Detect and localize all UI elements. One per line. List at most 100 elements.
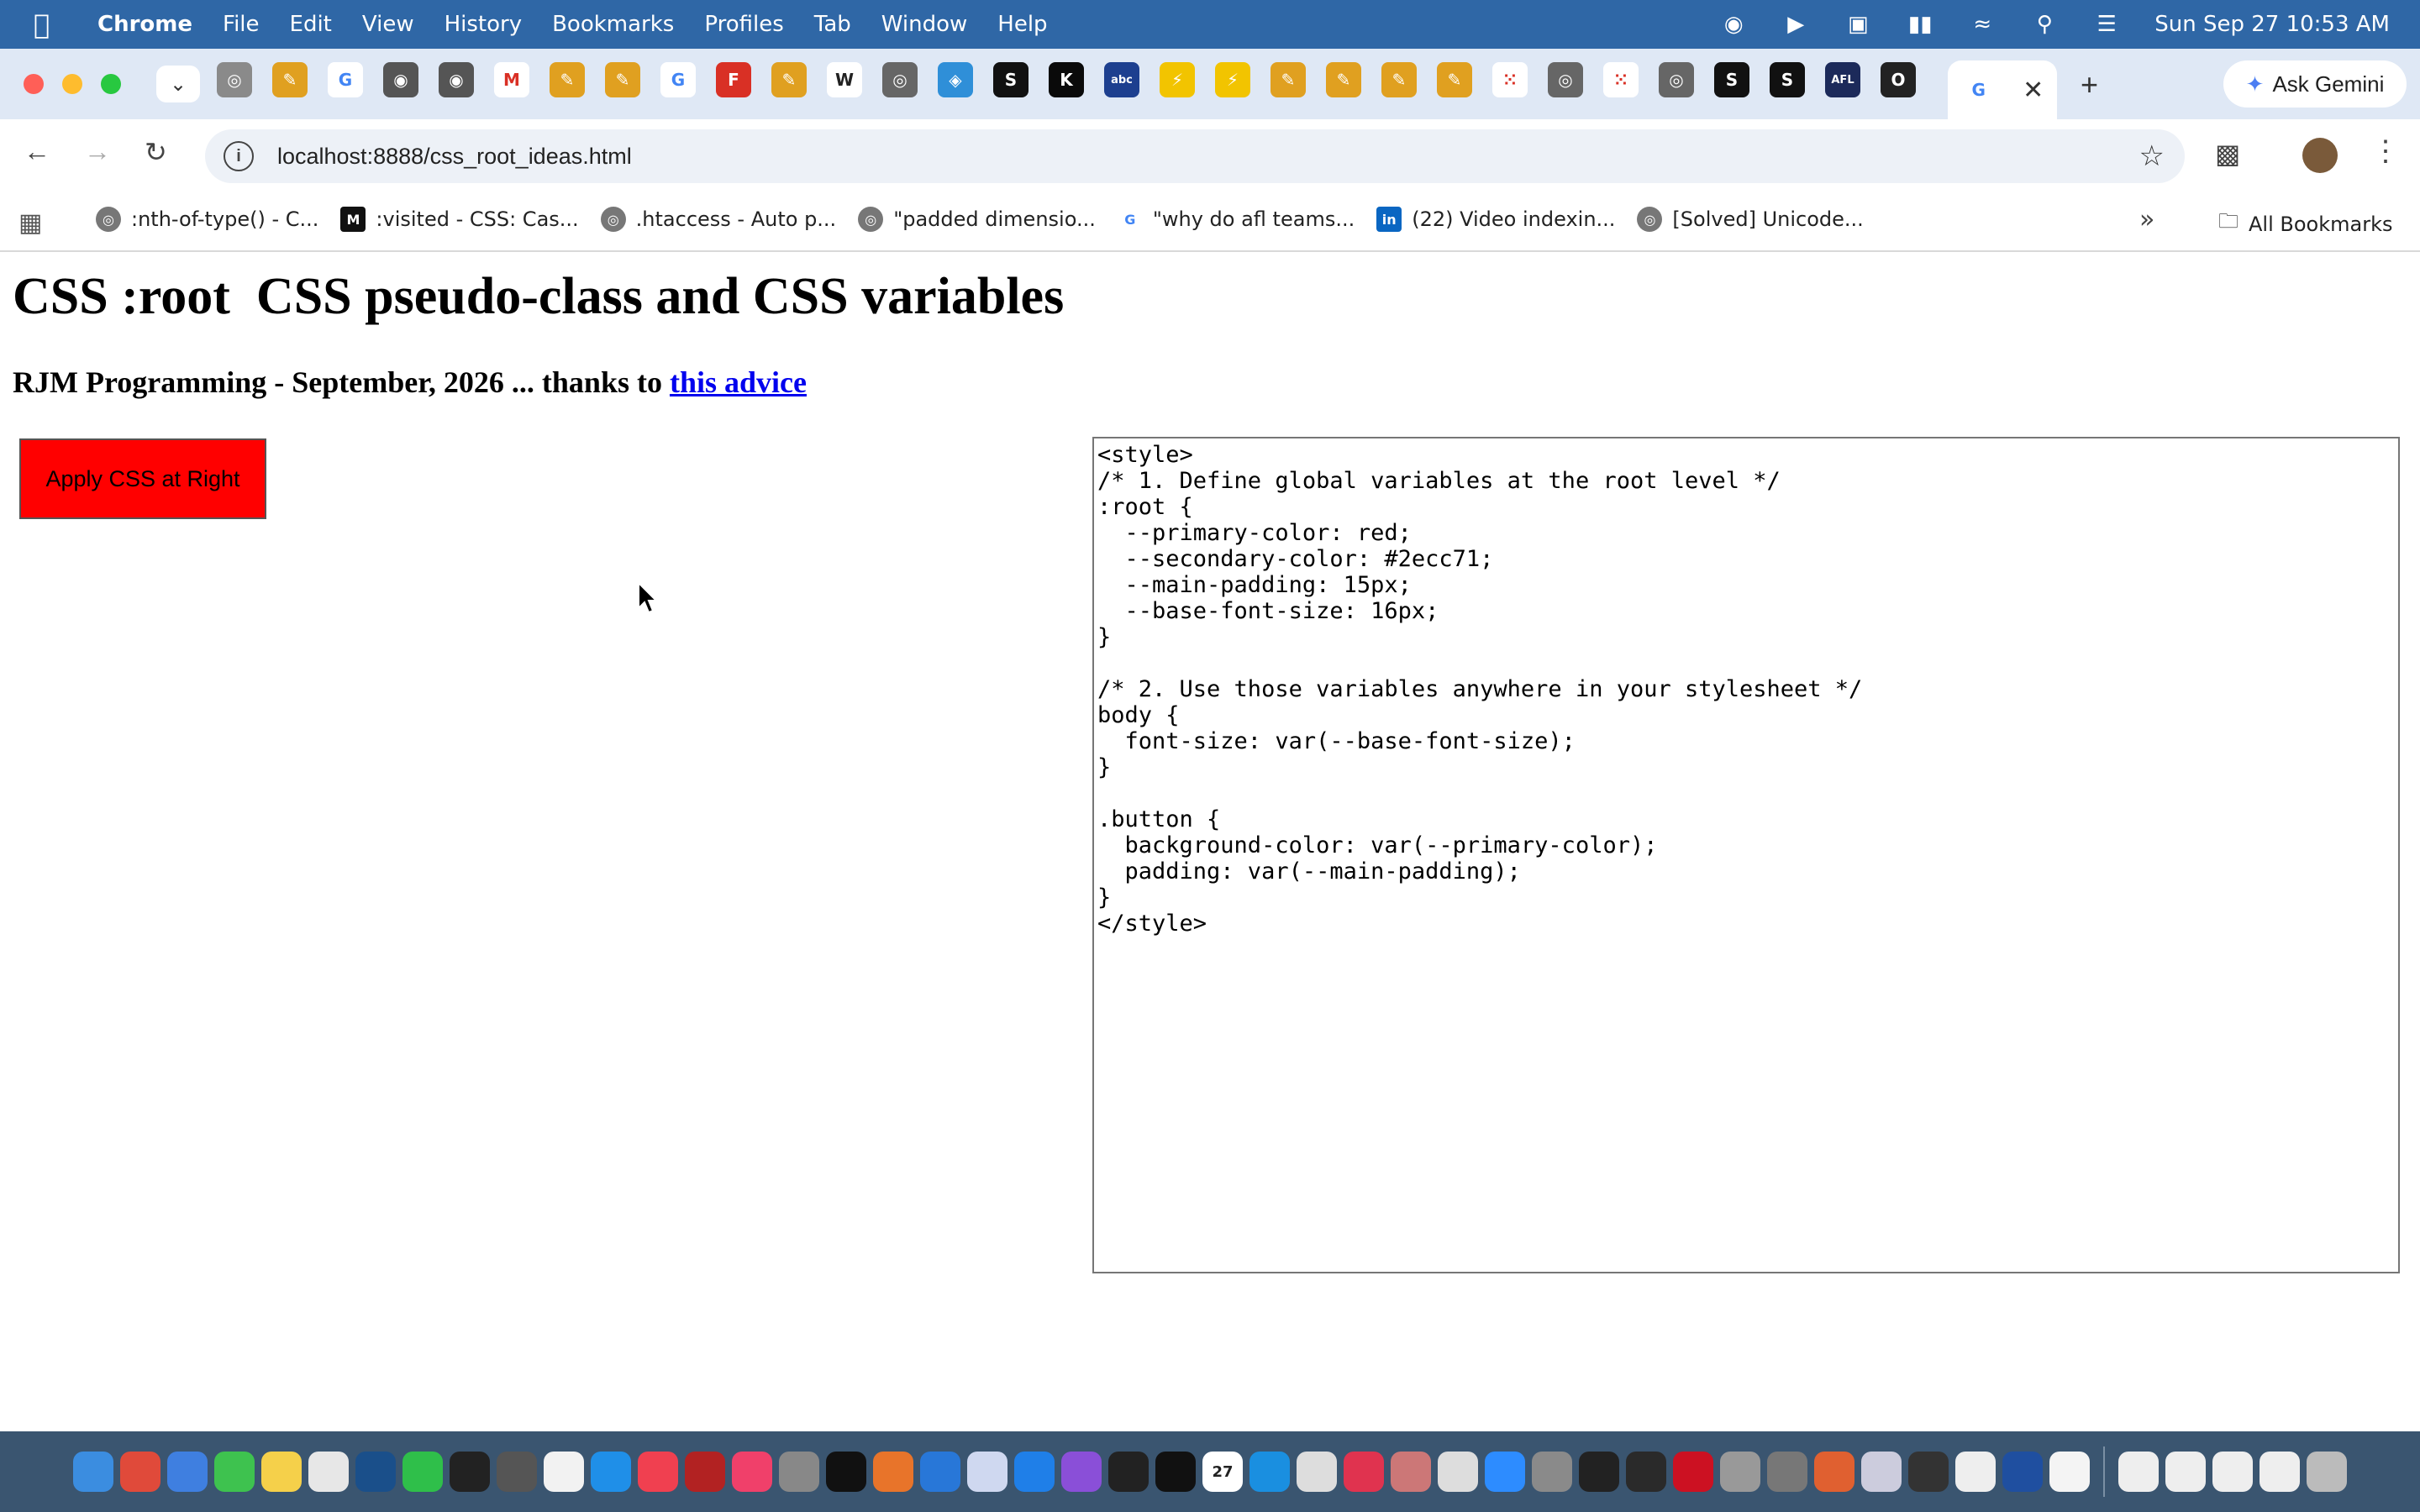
menu-history[interactable]: History bbox=[445, 12, 523, 37]
tab-search-chevron-icon[interactable]: ⌄ bbox=[156, 66, 200, 102]
bookmark-item[interactable]: in (22) Video indexin... bbox=[1376, 207, 1615, 232]
dock-chrome-icon[interactable] bbox=[1438, 1452, 1478, 1492]
back-arrow-icon[interactable]: ← bbox=[24, 136, 50, 167]
dock-intellij-icon[interactable] bbox=[1344, 1452, 1384, 1492]
bookmark-item[interactable]: ◎ "padded dimensio... bbox=[858, 207, 1096, 232]
dock-reminders-icon[interactable] bbox=[308, 1452, 349, 1492]
dock-contacts-icon[interactable] bbox=[1720, 1452, 1760, 1492]
tab-favicon-m-icon[interactable]: M bbox=[494, 62, 529, 97]
screen-icon[interactable]: ▣ bbox=[1844, 12, 1872, 37]
apply-css-button[interactable]: Apply CSS at Right bbox=[19, 438, 266, 519]
tab-favicon-abc-icon[interactable]: abc bbox=[1104, 62, 1139, 97]
dock-terminal-exec-icon[interactable] bbox=[450, 1452, 490, 1492]
dock-safari-icon[interactable] bbox=[1014, 1452, 1055, 1492]
dock-window-4-icon[interactable] bbox=[2260, 1452, 2300, 1492]
bookmark-item[interactable]: ◎ .htaccess - Auto p... bbox=[600, 207, 836, 232]
more-menu-icon[interactable]: ⋮ bbox=[2371, 134, 2400, 168]
dock-podcasts-icon[interactable] bbox=[1061, 1452, 1102, 1492]
apps-grid-icon[interactable]: ▦ bbox=[18, 208, 42, 238]
menu-profiles[interactable]: Profiles bbox=[704, 12, 783, 37]
more-bookmarks-chevron-icon[interactable]: » bbox=[2139, 205, 2154, 234]
dock-zoom-icon[interactable] bbox=[1485, 1452, 1525, 1492]
dock-music-icon[interactable] bbox=[732, 1452, 772, 1492]
profile-avatar[interactable] bbox=[2302, 138, 2338, 173]
forward-arrow-icon[interactable]: → bbox=[84, 136, 111, 167]
tab-favicon-dots-icon[interactable]: ⁙ bbox=[1603, 62, 1639, 97]
dock-no-entry-icon[interactable] bbox=[1861, 1452, 1902, 1492]
tab-favicon-diamond-icon[interactable]: ◈ bbox=[938, 62, 973, 97]
dock-system-settings-icon[interactable] bbox=[1532, 1452, 1572, 1492]
close-tab-icon[interactable]: ✕ bbox=[2023, 76, 2044, 105]
window-maximize-button[interactable] bbox=[101, 74, 121, 94]
ask-gemini-button[interactable]: ✦ Ask Gemini bbox=[2223, 60, 2407, 108]
dock-photos-edit-icon[interactable] bbox=[1391, 1452, 1431, 1492]
dock-messages-icon[interactable] bbox=[214, 1452, 255, 1492]
dock-window-3-icon[interactable] bbox=[2212, 1452, 2253, 1492]
dock-gimp-icon[interactable] bbox=[1767, 1452, 1807, 1492]
tab-favicon-bolt-icon[interactable]: ⚡ bbox=[1215, 62, 1250, 97]
tab-favicon-chrome-icon[interactable]: ◎ bbox=[882, 62, 918, 97]
tab-favicon-shield-icon[interactable]: ◉ bbox=[383, 62, 418, 97]
reload-icon[interactable]: ↻ bbox=[145, 136, 167, 168]
dock-opera-icon[interactable] bbox=[1673, 1452, 1713, 1492]
dock-preview-icon[interactable] bbox=[779, 1452, 819, 1492]
dock-mail-icon[interactable] bbox=[167, 1452, 208, 1492]
site-info-icon[interactable]: i bbox=[224, 141, 254, 171]
tab-favicon-s-icon[interactable]: S bbox=[1770, 62, 1805, 97]
extensions-puzzle-icon[interactable]: ▩ bbox=[2215, 138, 2240, 170]
wifi-icon[interactable]: ≈ bbox=[1968, 12, 1996, 37]
dock-quicktime-2-icon[interactable] bbox=[2002, 1452, 2043, 1492]
tab-favicon-f-icon[interactable]: F bbox=[716, 62, 751, 97]
dock-xcode-icon[interactable] bbox=[920, 1452, 960, 1492]
menu-clock[interactable]: Sun Sep 27 10:53 AM bbox=[2154, 12, 2390, 37]
tab-favicon-g-icon[interactable]: G bbox=[660, 62, 696, 97]
bookmark-star-icon[interactable]: ☆ bbox=[2139, 139, 2165, 173]
dock-finder-icon[interactable] bbox=[73, 1452, 113, 1492]
dock-quicktime-icon[interactable] bbox=[1249, 1452, 1290, 1492]
dock-photos-icon[interactable] bbox=[1955, 1452, 1996, 1492]
tab-favicon-pencil-icon[interactable]: ✎ bbox=[1437, 62, 1472, 97]
menu-file[interactable]: File bbox=[223, 12, 260, 37]
dock-files-icon[interactable] bbox=[1297, 1452, 1337, 1492]
dock-facetime-icon[interactable] bbox=[402, 1452, 443, 1492]
dock-pinwheel-icon[interactable] bbox=[1814, 1452, 1854, 1492]
spotlight-search-icon[interactable]: ⚲ bbox=[2030, 12, 2059, 37]
tab-favicon-pencil-icon[interactable]: ✎ bbox=[771, 62, 807, 97]
tab-favicon-shield-icon[interactable]: ◉ bbox=[439, 62, 474, 97]
tab-favicon-o-icon[interactable]: O bbox=[1881, 62, 1916, 97]
tab-favicon-pencil-icon[interactable]: ✎ bbox=[272, 62, 308, 97]
all-bookmarks-button[interactable]: 🗀 All Bookmarks bbox=[2218, 207, 2392, 241]
window-close-button[interactable] bbox=[24, 74, 44, 94]
address-url[interactable]: localhost:8888/css_root_ideas.html bbox=[277, 144, 632, 170]
dock-calendar-icon[interactable]: 27 bbox=[1202, 1452, 1243, 1492]
mk-icon[interactable]: ◉ bbox=[1719, 12, 1748, 37]
tab-favicon-pencil-icon[interactable]: ✎ bbox=[1381, 62, 1417, 97]
tab-favicon-pencil-icon[interactable]: ✎ bbox=[550, 62, 585, 97]
dock-inkscape-icon[interactable] bbox=[1579, 1452, 1619, 1492]
dock-window-1-icon[interactable] bbox=[2118, 1452, 2159, 1492]
menu-window[interactable]: Window bbox=[881, 12, 968, 37]
menu-edit[interactable]: Edit bbox=[290, 12, 332, 37]
dock-trash-icon[interactable] bbox=[2307, 1452, 2347, 1492]
play-icon[interactable]: ▶ bbox=[1781, 12, 1810, 37]
dock-launchpad-icon[interactable] bbox=[120, 1452, 160, 1492]
dock-news-icon[interactable] bbox=[638, 1452, 678, 1492]
dock-doc-icon[interactable] bbox=[2049, 1452, 2090, 1492]
dock-davinci-icon[interactable] bbox=[1626, 1452, 1666, 1492]
tab-favicon-chrome-icon[interactable]: ◎ bbox=[1659, 62, 1694, 97]
tab-favicon-w-icon[interactable]: W bbox=[827, 62, 862, 97]
tab-favicon-pencil-icon[interactable]: ✎ bbox=[605, 62, 640, 97]
advice-link[interactable]: this advice bbox=[670, 365, 807, 399]
dock-bbedit-icon[interactable] bbox=[967, 1452, 1007, 1492]
bookmark-item[interactable]: ◎ [Solved] Unicode... bbox=[1637, 207, 1864, 232]
menu-app-name[interactable]: Chrome bbox=[97, 12, 192, 37]
battery-icon[interactable]: ▮▮ bbox=[1906, 12, 1934, 37]
dock-window-2-icon[interactable] bbox=[2165, 1452, 2206, 1492]
tab-favicon-s-icon[interactable]: S bbox=[1714, 62, 1749, 97]
dock-appletv-icon[interactable] bbox=[826, 1452, 866, 1492]
tab-favicon-afl-icon[interactable]: AFL bbox=[1825, 62, 1860, 97]
dock-freeform-icon[interactable] bbox=[355, 1452, 396, 1492]
menu-tab[interactable]: Tab bbox=[814, 12, 851, 37]
apple-menu-icon[interactable]:  bbox=[34, 8, 67, 40]
tab-favicon-pencil-icon[interactable]: ✎ bbox=[1326, 62, 1361, 97]
